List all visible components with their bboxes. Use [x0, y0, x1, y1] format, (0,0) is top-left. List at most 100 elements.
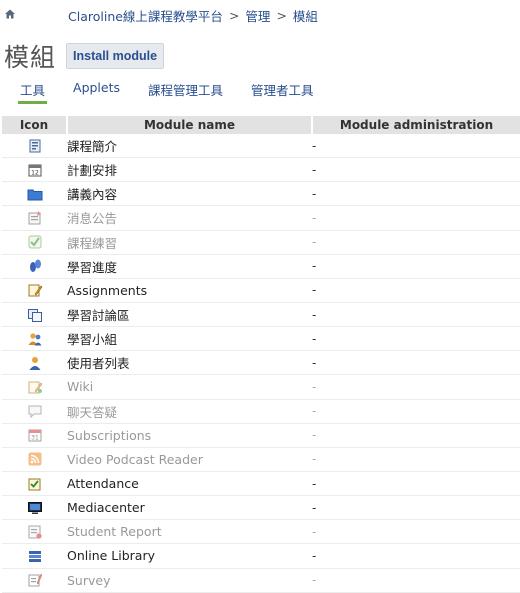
exercise-checkmark-icon [27, 234, 43, 250]
table-row: 課程簡介 - [2, 134, 520, 159]
module-name[interactable]: Assignments [67, 278, 312, 303]
module-name[interactable]: 計劃安排 [67, 157, 312, 183]
page-title: 模組 [4, 43, 57, 72]
module-administration: - [312, 399, 520, 424]
table-row: Student Report - [2, 519, 520, 545]
wiki-icon [27, 379, 43, 395]
group-icon [27, 331, 43, 347]
course-description-icon [27, 138, 43, 154]
tab-applets[interactable]: Applets [73, 80, 120, 104]
table-row: 消息公告 - [2, 205, 520, 231]
learning-path-icon [27, 258, 43, 274]
folder-icon [27, 186, 43, 202]
table-row: 31 Subscriptions - [2, 423, 520, 448]
icon-cell [2, 205, 67, 231]
breadcrumb-current: 模組 [292, 8, 318, 24]
breadcrumb-separator: > [228, 7, 240, 23]
table-row: Wiki - [2, 374, 520, 400]
breadcrumb-platform-link[interactable]: Claroline線上課程教學平台 [68, 6, 223, 25]
module-name[interactable]: Online Library [67, 543, 312, 569]
header-module-administration: Module administration [311, 116, 520, 134]
table-row: Assignments - [2, 278, 520, 303]
module-name[interactable]: Attendance [67, 471, 312, 497]
module-name[interactable]: 聊天答疑 [67, 399, 312, 424]
table-row: Survey - [2, 568, 520, 593]
table-row: Video Podcast Reader - [2, 447, 520, 472]
module-administration: - [312, 519, 520, 545]
module-name[interactable]: 消息公告 [67, 205, 312, 231]
module-name[interactable]: 課程簡介 [67, 134, 312, 159]
module-name[interactable]: Wiki [67, 374, 312, 400]
tab-bar: 工具 Applets 課程管理工具 管理者工具 [18, 80, 342, 104]
module-name[interactable]: 課程練習 [67, 230, 312, 255]
module-table: Icon Module name Module administration 課… [2, 116, 520, 593]
module-name[interactable]: Student Report [67, 519, 312, 545]
table-row: 使用者列表 - [2, 350, 520, 376]
module-name[interactable]: 講義內容 [67, 181, 312, 207]
module-name[interactable]: Survey [67, 568, 312, 593]
module-name[interactable]: 學習進度 [67, 254, 312, 279]
forum-icon [27, 307, 43, 323]
icon-cell [2, 350, 67, 376]
module-administration: - [312, 230, 520, 255]
breadcrumb-admin-link[interactable]: 管理 [245, 6, 270, 25]
home-icon[interactable] [4, 8, 18, 22]
icon-cell [2, 568, 67, 593]
module-administration: - [312, 205, 520, 231]
module-administration: - [312, 157, 520, 183]
announcement-icon [27, 210, 43, 226]
icon-cell [2, 471, 67, 497]
module-administration: - [312, 278, 520, 303]
table-row: 12 計劃安排 - [2, 157, 520, 183]
icon-cell [2, 278, 67, 303]
module-administration: - [312, 326, 520, 352]
user-icon [27, 355, 43, 371]
tab-tools[interactable]: 工具 [18, 80, 48, 104]
module-name[interactable]: 使用者列表 [67, 350, 312, 376]
icon-cell [2, 302, 67, 328]
svg-text:31: 31 [31, 435, 39, 442]
module-administration: - [312, 350, 520, 376]
library-books-icon [27, 548, 43, 564]
attendance-icon [27, 476, 43, 492]
module-administration: - [312, 374, 520, 400]
module-administration: - [312, 447, 520, 472]
table-row: 課程練習 - [2, 230, 520, 255]
module-name[interactable]: Subscriptions [67, 423, 312, 448]
rss-icon [27, 451, 43, 467]
table-row: 學習討論區 - [2, 302, 520, 328]
tab-administrator-tools[interactable]: 管理者工具 [251, 80, 314, 104]
table-row: Attendance - [2, 471, 520, 497]
survey-icon [27, 572, 43, 588]
module-administration: - [312, 471, 520, 497]
tab-course-management-tools[interactable]: 課程管理工具 [148, 80, 223, 104]
icon-cell: 12 [2, 157, 67, 183]
icon-cell [2, 399, 67, 424]
table-row: 講義內容 - [2, 181, 520, 207]
module-name[interactable]: Video Podcast Reader [67, 447, 312, 472]
report-icon [27, 524, 43, 540]
module-administration: - [312, 181, 520, 207]
table-header-row: Icon Module name Module administration [2, 116, 520, 134]
module-name[interactable]: Mediacenter [67, 495, 312, 521]
icon-cell [2, 254, 67, 279]
icon-cell [2, 447, 67, 472]
breadcrumb-separator: > [276, 7, 287, 23]
icon-cell [2, 134, 67, 159]
chat-icon [27, 403, 43, 419]
module-name[interactable]: 學習小組 [67, 326, 312, 352]
install-module-button[interactable]: Install module [66, 43, 165, 69]
module-administration: - [312, 568, 520, 593]
icon-cell [2, 230, 67, 255]
table-row: 學習進度 - [2, 254, 520, 279]
assignment-icon [27, 282, 43, 298]
breadcrumb: Claroline線上課程教學平台 > 管理 > 模組 [4, 6, 520, 24]
icon-cell [2, 519, 67, 545]
subscriptions-calendar-icon: 31 [27, 427, 43, 443]
table-row: Online Library - [2, 543, 520, 569]
icon-cell [2, 326, 67, 352]
icon-cell [2, 181, 67, 207]
module-name[interactable]: 學習討論區 [67, 302, 312, 328]
svg-text:12: 12 [31, 169, 39, 176]
icon-cell: 31 [2, 423, 67, 448]
